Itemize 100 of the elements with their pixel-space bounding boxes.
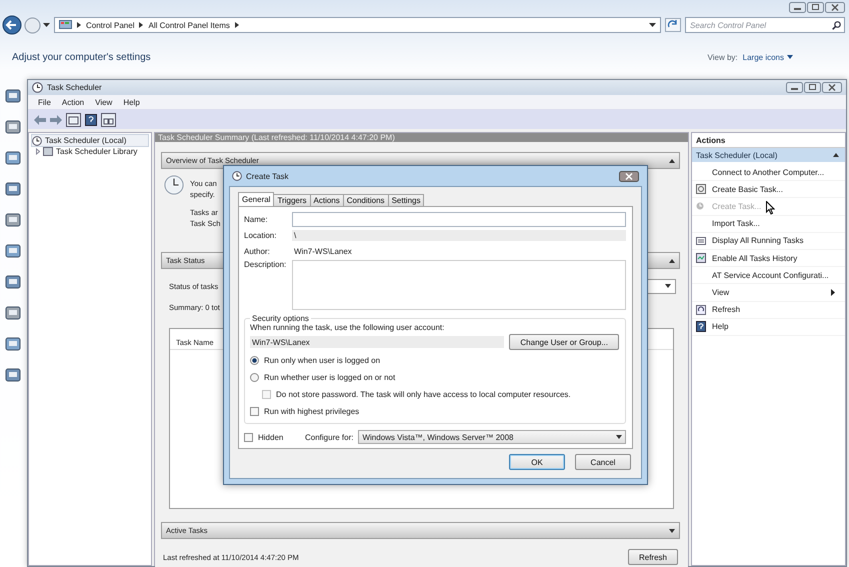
field-label: Description: bbox=[244, 260, 288, 269]
clock-icon bbox=[32, 136, 42, 146]
control-panel-item-icon[interactable] bbox=[4, 242, 22, 260]
menu-item[interactable]: File bbox=[38, 98, 51, 106]
address-bar[interactable]: Control Panel All Control Panel Items bbox=[54, 17, 661, 33]
minimize-icon[interactable] bbox=[789, 2, 806, 13]
collapse-arrow-icon[interactable] bbox=[669, 258, 675, 262]
collapse-arrow-icon[interactable] bbox=[833, 153, 839, 157]
tab[interactable]: Triggers bbox=[273, 194, 311, 206]
checkbox[interactable] bbox=[244, 432, 253, 442]
search-icon bbox=[832, 20, 841, 30]
view-by-dropdown[interactable]: Large icons bbox=[742, 52, 793, 62]
control-panel-item-icon[interactable] bbox=[4, 273, 22, 291]
panel-icon[interactable] bbox=[101, 112, 116, 126]
dialog-button[interactable]: OK bbox=[509, 454, 565, 470]
collapse-arrow-icon[interactable] bbox=[669, 158, 675, 162]
breadcrumb-item[interactable]: All Control Panel Items bbox=[148, 20, 230, 30]
expand-icon[interactable] bbox=[36, 148, 40, 155]
forward-icon[interactable] bbox=[50, 114, 62, 124]
dropdown-icon[interactable] bbox=[43, 22, 50, 28]
breadcrumb-item[interactable]: Control Panel bbox=[86, 20, 134, 30]
chevron-icon bbox=[234, 22, 239, 28]
dropdown-icon[interactable] bbox=[649, 22, 656, 28]
help-icon bbox=[696, 321, 706, 332]
checkbox[interactable] bbox=[250, 407, 259, 416]
field-label: Name: bbox=[244, 214, 269, 224]
control-panel-item-icon[interactable] bbox=[4, 149, 22, 167]
control-panel-icon bbox=[59, 20, 72, 30]
wizard-icon bbox=[696, 184, 706, 194]
radio-button[interactable] bbox=[250, 373, 259, 382]
refresh-button[interactable]: Refresh bbox=[628, 549, 678, 565]
back-icon[interactable] bbox=[2, 15, 22, 35]
action-link[interactable]: Create Basic Task... bbox=[712, 184, 783, 194]
search-field[interactable]: Search Control Panel bbox=[685, 17, 845, 33]
action-link[interactable]: Display All Running Tasks bbox=[712, 236, 804, 246]
menu-item[interactable]: View bbox=[95, 98, 112, 106]
field-label: Location: bbox=[244, 230, 278, 240]
refresh-icon[interactable] bbox=[665, 18, 681, 32]
control-panel-item-icon[interactable] bbox=[4, 87, 22, 105]
action-link[interactable]: AT Service Account Configurati... bbox=[712, 270, 829, 280]
author-value: Win7-WS\Lanex bbox=[293, 246, 353, 256]
folder-icon bbox=[43, 147, 53, 156]
account-prompt: When running the task, use the following user account: bbox=[250, 323, 446, 332]
action-link[interactable]: Help bbox=[712, 322, 728, 332]
refresh-icon bbox=[696, 304, 706, 315]
maximize-icon[interactable] bbox=[804, 82, 821, 93]
dialog-button[interactable]: Cancel bbox=[575, 454, 631, 470]
tab[interactable]: Actions bbox=[310, 194, 344, 206]
view-by-label: View by: bbox=[708, 52, 738, 62]
tab[interactable]: Settings bbox=[388, 194, 424, 206]
control-panel-item-icon[interactable] bbox=[4, 211, 22, 229]
window-title: Task Scheduler bbox=[47, 83, 102, 92]
action-link[interactable]: View bbox=[712, 288, 730, 297]
action-link[interactable]: Refresh bbox=[712, 305, 740, 314]
group-title: Security options bbox=[251, 314, 310, 323]
control-panel-item-icon[interactable] bbox=[4, 118, 22, 136]
expand-arrow-icon[interactable] bbox=[669, 528, 675, 532]
close-icon[interactable] bbox=[619, 170, 639, 182]
dropdown-icon bbox=[616, 435, 622, 439]
description-field[interactable] bbox=[292, 260, 626, 310]
tree-item[interactable]: Task Scheduler Library bbox=[32, 146, 148, 157]
maximize-icon[interactable] bbox=[807, 2, 824, 13]
configure-for-dropdown[interactable]: Windows Vista™, Windows Server™ 2008 bbox=[358, 430, 626, 444]
control-panel-item-icon[interactable] bbox=[4, 180, 22, 198]
clock-icon bbox=[696, 202, 704, 210]
tab[interactable]: General bbox=[238, 192, 274, 206]
field-label: Configure for: bbox=[305, 432, 354, 442]
option-label: Do not store password. The task will only have access to local computer resources. bbox=[276, 390, 571, 399]
help-icon[interactable] bbox=[85, 114, 97, 126]
minimize-icon[interactable] bbox=[786, 82, 803, 93]
chevron-icon bbox=[77, 22, 81, 28]
action-link[interactable]: Connect to Another Computer... bbox=[712, 168, 824, 177]
page-heading: Adjust your computer's settings bbox=[12, 52, 151, 62]
option-label: Hidden bbox=[258, 432, 284, 442]
action-link[interactable]: Enable All Tasks History bbox=[712, 254, 798, 263]
close-icon[interactable] bbox=[822, 82, 842, 93]
tab[interactable]: Conditions bbox=[342, 194, 389, 206]
action-link[interactable]: Import Task... bbox=[712, 219, 760, 228]
dialog-title: Create Task bbox=[246, 172, 289, 180]
radio-button[interactable] bbox=[250, 356, 259, 365]
control-panel-item-icon[interactable] bbox=[4, 335, 22, 353]
option-label: Run with highest privileges bbox=[264, 407, 360, 416]
tree-item[interactable]: Task Scheduler (Local) bbox=[32, 135, 148, 146]
history-icon bbox=[696, 253, 706, 264]
menu-item[interactable]: Help bbox=[123, 98, 140, 106]
menu-item[interactable]: Action bbox=[62, 98, 84, 106]
control-panel-item-icon[interactable] bbox=[4, 366, 22, 384]
name-field[interactable] bbox=[292, 212, 626, 226]
panel-icon[interactable] bbox=[66, 112, 81, 126]
clock-icon bbox=[32, 82, 43, 93]
option-label: Run only when user is logged on bbox=[264, 356, 380, 365]
close-icon[interactable] bbox=[825, 2, 845, 13]
chevron-icon bbox=[139, 22, 144, 28]
control-panel-item-icon[interactable] bbox=[4, 304, 22, 322]
dropdown-icon bbox=[665, 284, 671, 288]
change-user-button[interactable]: Change User or Group... bbox=[509, 334, 619, 350]
mouse-cursor-icon bbox=[766, 201, 775, 215]
clock-icon bbox=[232, 171, 242, 181]
location-value: \ bbox=[292, 230, 626, 240]
actions-group-header[interactable]: Task Scheduler (Local) bbox=[692, 148, 845, 162]
